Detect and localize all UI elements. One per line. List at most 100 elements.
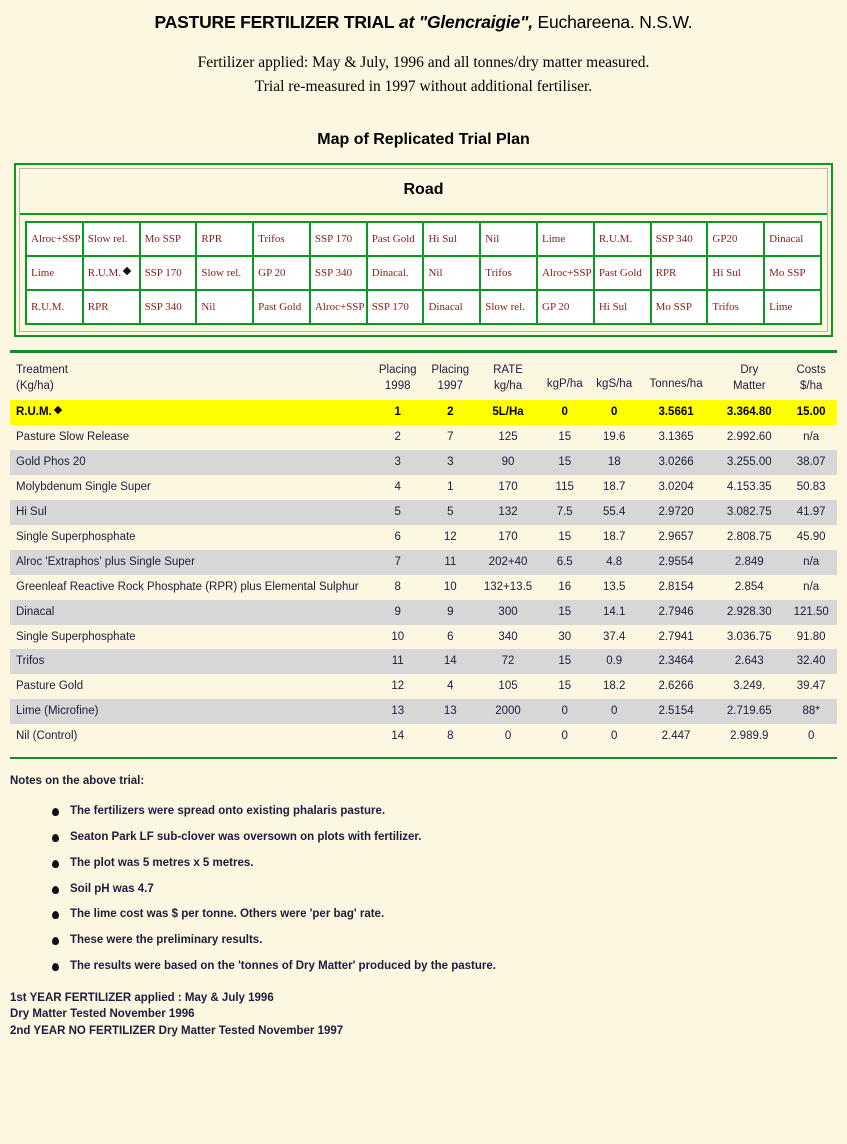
cell-tonnes: 3.5661 bbox=[638, 400, 714, 425]
plot-cell[interactable]: Hi Sul bbox=[424, 223, 480, 256]
plot-cell[interactable]: SSP 340 bbox=[651, 223, 707, 256]
plot-cell[interactable]: Past Gold bbox=[254, 291, 309, 324]
cell-placing1998: 2 bbox=[394, 431, 401, 443]
cell-cost: 45.90 bbox=[796, 530, 826, 543]
plot-cell[interactable]: R.U.M. bbox=[83, 257, 139, 290]
cell-kgp: 15 bbox=[539, 449, 590, 475]
plot-cell[interactable]: Alroc+SSP bbox=[27, 223, 82, 256]
plot-cell[interactable]: Lime bbox=[765, 291, 820, 324]
cell-kgs: 37.4 bbox=[603, 630, 626, 643]
cell-dm: 4.153.35 bbox=[726, 480, 772, 493]
plot-cell[interactable]: GP 20 bbox=[538, 291, 593, 324]
col-header-placing-1997: Placing 1997 bbox=[425, 359, 477, 400]
plot-cell[interactable]: SSP 170 bbox=[367, 291, 423, 324]
col-header-kgp: kgP/ha bbox=[540, 359, 589, 400]
cell-rate: 72 bbox=[476, 649, 540, 675]
plot-cell[interactable]: Dinacal bbox=[424, 291, 480, 324]
cell-dm: 2.643 bbox=[713, 649, 786, 675]
cell-kgp: 15 bbox=[539, 599, 590, 625]
cell-kgs: 0.9 bbox=[589, 649, 639, 675]
plot-cell[interactable]: RPR bbox=[651, 257, 707, 290]
cell-dm: 3.364.80 bbox=[713, 400, 786, 425]
cell-rate: 5L/Ha bbox=[476, 400, 540, 425]
plot-cell[interactable]: Slow rel. bbox=[481, 291, 537, 324]
plot-grid-row: R.U.M. RPR SSP 340 Nil Past Gold Alroc+SSP SSP… bbox=[27, 291, 820, 324]
cell-tonnes: 2.9554 bbox=[638, 549, 714, 575]
cell-kgs: 18.2 bbox=[603, 680, 626, 693]
plot-cell[interactable]: GP20 bbox=[708, 223, 764, 256]
plot-cell[interactable]: Mo SSP bbox=[651, 291, 707, 324]
plot-cell[interactable]: Lime bbox=[538, 223, 593, 256]
plot-cell[interactable]: SSP 340 bbox=[310, 257, 366, 290]
cell-tonnes: 2.6266 bbox=[658, 680, 694, 693]
cell-placing1998: 10 bbox=[391, 630, 405, 643]
cell-tonnes: 2.7941 bbox=[658, 630, 694, 643]
col-header-tonnes: Tonnes/ha bbox=[639, 359, 713, 400]
cell-placing1997: 4 bbox=[447, 680, 454, 693]
col-header-dry-matter: Dry Matter bbox=[713, 359, 785, 400]
col-header-kgs-label: kgS/ha bbox=[596, 378, 633, 391]
cell-placing1998: 12 bbox=[391, 680, 405, 693]
plot-cell[interactable]: SSP 170 bbox=[140, 257, 196, 290]
plot-cell[interactable]: SSP 170 bbox=[310, 223, 366, 256]
plot-cell[interactable]: Past Gold bbox=[594, 257, 650, 290]
results-table: Treatment (Kg/ha) Placing 1998 Placing 1… bbox=[10, 359, 837, 749]
plot-cell[interactable]: Nil bbox=[481, 223, 537, 256]
plot-cell[interactable]: Alroc+SSP bbox=[538, 257, 593, 290]
plot-cell[interactable]: R.U.M. bbox=[27, 291, 82, 324]
page-title-italic: at "Glencraigie", bbox=[394, 12, 533, 32]
cell-kgs: 0 bbox=[589, 400, 639, 425]
cell-dm: 3.082.75 bbox=[713, 499, 786, 525]
cell-cost: 50.83 bbox=[796, 480, 826, 493]
cell-rate: 300 bbox=[476, 599, 540, 625]
plot-cell[interactable]: Mo SSP bbox=[765, 257, 820, 290]
plot-cell[interactable]: Trifos bbox=[481, 257, 537, 290]
cell-placing1998: 5 bbox=[370, 499, 425, 525]
cell-tonnes: 2.7946 bbox=[638, 599, 714, 625]
plot-cell[interactable]: Dinacal bbox=[765, 223, 820, 256]
cell-placing1997: 1 bbox=[447, 480, 454, 493]
plot-cell[interactable]: Trifos bbox=[708, 291, 764, 324]
cell-treatment: R.U.M. bbox=[10, 400, 371, 425]
table-row: Hi Sul 5 5 132 7.5 55.4 2.9720 3.082.75 41.97 bbox=[10, 499, 837, 525]
cell-treatment: Pasture Gold bbox=[16, 680, 84, 693]
note-item: The plot was 5 metres x 5 metres. bbox=[52, 857, 847, 871]
cell-rate: 125 bbox=[498, 431, 518, 443]
cell-dm: 2.989.9 bbox=[730, 730, 769, 743]
plot-cell[interactable]: Hi Sul bbox=[708, 257, 764, 290]
cell-kgs: 0 bbox=[589, 699, 639, 725]
table-row: Pasture Gold 12 4 105 15 18.2 2.6266 3.249. 39.4… bbox=[10, 674, 837, 699]
plot-cell[interactable]: R.U.M. bbox=[594, 223, 650, 256]
plot-cell[interactable]: RPR bbox=[197, 223, 253, 256]
plot-cell[interactable]: RPR bbox=[83, 291, 139, 324]
plot-cell[interactable]: Dinacal. bbox=[367, 257, 423, 290]
plot-cell[interactable]: Slow rel. bbox=[197, 257, 253, 290]
cell-kgs: 4.8 bbox=[589, 549, 639, 575]
cell-tonnes: 3.0204 bbox=[658, 480, 694, 493]
plot-cell[interactable]: SSP 340 bbox=[140, 291, 196, 324]
plot-cell[interactable]: Hi Sul bbox=[594, 291, 650, 324]
cell-dm: 3.036.75 bbox=[726, 630, 772, 643]
cell-tonnes: 2.9657 bbox=[658, 530, 694, 543]
cell-tonnes: 2.5154 bbox=[638, 699, 714, 725]
plot-cell[interactable]: Lime bbox=[27, 257, 82, 290]
plot-cell[interactable]: Alroc+SSP bbox=[310, 291, 366, 324]
col-header-rate-l1: RATE bbox=[493, 364, 523, 377]
plot-cell[interactable]: Nil bbox=[424, 257, 480, 290]
plot-cell[interactable]: Past Gold bbox=[367, 223, 423, 256]
cell-treatment: Dinacal bbox=[10, 599, 371, 625]
cell-rate: 90 bbox=[476, 449, 540, 475]
cell-dm: 3.255.00 bbox=[713, 449, 786, 475]
plot-cell[interactable]: GP 20 bbox=[254, 257, 309, 290]
trial-map-inner: Road Alroc+SSP Slow rel. Mo SSP RPR Trifos SS… bbox=[19, 168, 828, 333]
notes-list: The fertilizers were spread onto existin… bbox=[0, 805, 847, 974]
trial-report-page: PASTURE FERTILIZER TRIAL at "Glencraigie… bbox=[0, 12, 847, 1144]
plot-cell[interactable]: Trifos bbox=[254, 223, 309, 256]
table-row: Gold Phos 20 3 3 90 15 18 3.0266 3.255.00 38.07 bbox=[10, 449, 837, 475]
plot-cell[interactable]: Mo SSP bbox=[140, 223, 196, 256]
plot-cell[interactable]: Nil bbox=[197, 291, 253, 324]
cell-kgp: 0 bbox=[561, 730, 568, 743]
cell-kgp: 115 bbox=[555, 480, 574, 493]
cell-dm: 2.928.30 bbox=[713, 599, 786, 625]
plot-cell[interactable]: Slow rel. bbox=[83, 223, 139, 256]
